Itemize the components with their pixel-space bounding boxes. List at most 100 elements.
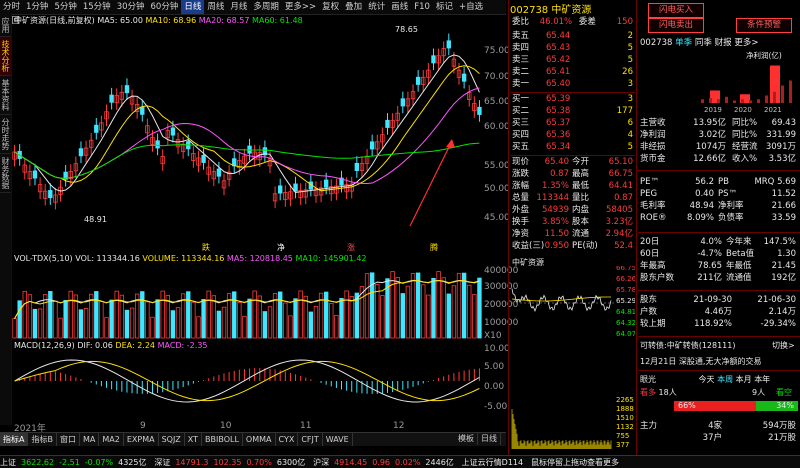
toolbar-item-60min[interactable]: 60分钟 bbox=[148, 0, 182, 14]
book-volume: 177 bbox=[616, 106, 633, 116]
book-row[interactable]: 卖三 65.42 5 bbox=[512, 54, 635, 66]
toolbar-item-more[interactable]: 更多>> bbox=[282, 0, 319, 14]
indicator-tab[interactable]: OMMA bbox=[243, 433, 276, 446]
indicator-tab[interactable]: 窗口 bbox=[57, 433, 80, 446]
toolbar-item-1min[interactable]: 1分钟 bbox=[23, 0, 51, 14]
book-volume: 4 bbox=[627, 130, 633, 140]
info-v1: 13.95亿 bbox=[693, 118, 726, 128]
toolbar-item-30min[interactable]: 30分钟 bbox=[114, 0, 148, 14]
info-v1: 113344 bbox=[536, 193, 569, 203]
book-row[interactable]: 买三 65.37 6 bbox=[512, 117, 635, 129]
volume-bar bbox=[257, 295, 262, 339]
side-tab-apps[interactable]: 应用 bbox=[0, 14, 11, 37]
volume-bar bbox=[323, 291, 329, 339]
intraday-price-line bbox=[511, 288, 612, 312]
toolbar-item-minute[interactable]: 分时 bbox=[0, 0, 23, 14]
toolbar-item-15min[interactable]: 15分钟 bbox=[80, 0, 114, 14]
template-tab[interactable]: 模板 bbox=[455, 432, 478, 445]
volume-bar bbox=[114, 290, 119, 339]
info-v1: 8.09% bbox=[686, 213, 714, 223]
fund-tab-report[interactable]: 财报 bbox=[715, 38, 732, 48]
indicator-tab[interactable]: CFJT bbox=[298, 433, 323, 446]
sentiment-tab-today[interactable]: 今天 bbox=[699, 375, 715, 384]
book-label: 买二 bbox=[512, 106, 530, 116]
signal-marker: 跌 bbox=[202, 242, 210, 252]
fund-tab-more[interactable]: 更多> bbox=[734, 38, 758, 48]
toolbar-item-multi[interactable]: 多周期 bbox=[250, 0, 282, 14]
flash-buy-button[interactable]: 闪电买入 bbox=[648, 3, 704, 18]
toolbar-item-5min[interactable]: 5分钟 bbox=[51, 0, 79, 14]
volume-bar bbox=[221, 306, 227, 339]
side-tab-profile[interactable]: 基本资料 bbox=[0, 76, 11, 115]
indicator-tab[interactable]: MA2 bbox=[99, 433, 124, 446]
info-row: 较上期 118.92% -29.34% bbox=[640, 318, 798, 330]
volume-bar bbox=[109, 299, 114, 339]
candle-body bbox=[477, 106, 482, 115]
toolbar-item-mark[interactable]: 标记 bbox=[433, 0, 456, 14]
book-row[interactable]: 买四 65.36 4 bbox=[512, 129, 635, 141]
flash-sell-button[interactable]: 闪电卖出 bbox=[648, 18, 704, 33]
book-row[interactable]: 卖五 65.44 2 bbox=[512, 30, 635, 42]
volume-bar bbox=[431, 278, 436, 339]
info-l2: 同比% bbox=[732, 118, 758, 128]
bond-text[interactable]: 可转债:中矿转债(128111) bbox=[640, 341, 735, 350]
volume-bar bbox=[216, 310, 222, 339]
indicator-tab[interactable]: XT bbox=[185, 433, 203, 446]
sh-amount: 4325亿 bbox=[118, 458, 147, 467]
indicator-tab[interactable]: CYX bbox=[276, 433, 299, 446]
volume-bar bbox=[267, 306, 273, 339]
info-v2: 58405 bbox=[605, 205, 633, 215]
bond-switch-link[interactable]: 切换> bbox=[772, 340, 795, 351]
book-price: 65.40 bbox=[546, 79, 571, 89]
sentiment-tab-month[interactable]: 本月 bbox=[736, 375, 752, 384]
indicator-tab[interactable]: WAVE bbox=[323, 433, 353, 446]
sentiment-tab-week[interactable]: 本周 bbox=[717, 375, 733, 384]
fund-tab-same-quarter[interactable]: 同季 bbox=[695, 38, 712, 48]
info-v1: 0.950 bbox=[544, 241, 569, 251]
side-tab-finance[interactable]: 财务数据 bbox=[0, 154, 11, 193]
book-volume: 3 bbox=[627, 94, 633, 104]
toolbar-item-overlay[interactable]: 叠加 bbox=[342, 0, 365, 14]
info-v1: 78.65 bbox=[697, 261, 722, 271]
toolbar-item-draw[interactable]: 画线 bbox=[388, 0, 411, 14]
book-row[interactable]: 卖二 65.41 26 bbox=[512, 66, 635, 78]
book-row[interactable]: 买一 65.39 3 bbox=[512, 93, 635, 105]
info-v1: 211亿 bbox=[697, 273, 722, 283]
news-item[interactable]: 12月21日 深股通,无大净额的交易 bbox=[640, 356, 761, 367]
indicator-tab[interactable]: 指标A bbox=[0, 433, 29, 446]
condition-alert-button[interactable]: 条件预警 bbox=[736, 18, 792, 33]
fund-tab-code[interactable]: 002738 bbox=[640, 38, 672, 48]
volume-bar bbox=[456, 272, 462, 339]
book-row[interactable]: 卖四 65.43 5 bbox=[512, 42, 635, 54]
indicator-tab[interactable]: SQJZ bbox=[159, 433, 185, 446]
toolbar-item-weekly[interactable]: 周线 bbox=[204, 0, 227, 14]
book-row[interactable]: 买二 65.38 177 bbox=[512, 105, 635, 117]
book-row[interactable]: 卖一 65.40 3 bbox=[512, 78, 635, 90]
indicator-tab[interactable]: BBIBOLL bbox=[202, 433, 243, 446]
info-l1: 户数 bbox=[640, 307, 658, 317]
book-row[interactable]: 买五 65.34 5 bbox=[512, 141, 635, 153]
fund-tab-quarter[interactable]: 单季 bbox=[675, 38, 692, 48]
ask-book: 卖五 65.44 2 卖四 65.43 5 卖三 65.42 5 卖二 65.41 26 卖一 65.40… bbox=[512, 30, 635, 90]
toolbar-item-stats[interactable]: 统计 bbox=[365, 0, 388, 14]
vol-unit: X10 bbox=[484, 331, 502, 341]
indicator-tab[interactable]: EXPMA bbox=[124, 433, 159, 446]
period-tab[interactable]: 日线 bbox=[478, 432, 501, 445]
side-tab-technical[interactable]: 技术分析 bbox=[0, 37, 11, 76]
side-tab-intraday[interactable]: 分时走势 bbox=[0, 115, 11, 154]
volume-bar bbox=[410, 273, 416, 339]
indicator-tab[interactable]: 指标B bbox=[28, 433, 57, 446]
toolbar-item-add-favorite[interactable]: +自选 bbox=[456, 0, 486, 14]
info-v1: 4家 bbox=[708, 421, 722, 431]
indicator-tab[interactable]: MA bbox=[80, 433, 100, 446]
hs-label: 沪深 bbox=[313, 458, 330, 467]
volume-bar bbox=[150, 316, 155, 339]
sentiment-label: 眼光 bbox=[640, 375, 656, 384]
volume-bar bbox=[242, 315, 247, 339]
toolbar-item-monthly[interactable]: 月线 bbox=[227, 0, 250, 14]
toolbar-item-adjust[interactable]: 复权 bbox=[319, 0, 342, 14]
info-row: 货币金 12.66亿 收入% 3.53亿 bbox=[640, 153, 798, 165]
sentiment-tab-year[interactable]: 本年 bbox=[754, 375, 770, 384]
toolbar-item-daily[interactable]: 日线 bbox=[181, 0, 205, 14]
toolbar-item-f10[interactable]: F10 bbox=[411, 0, 433, 14]
